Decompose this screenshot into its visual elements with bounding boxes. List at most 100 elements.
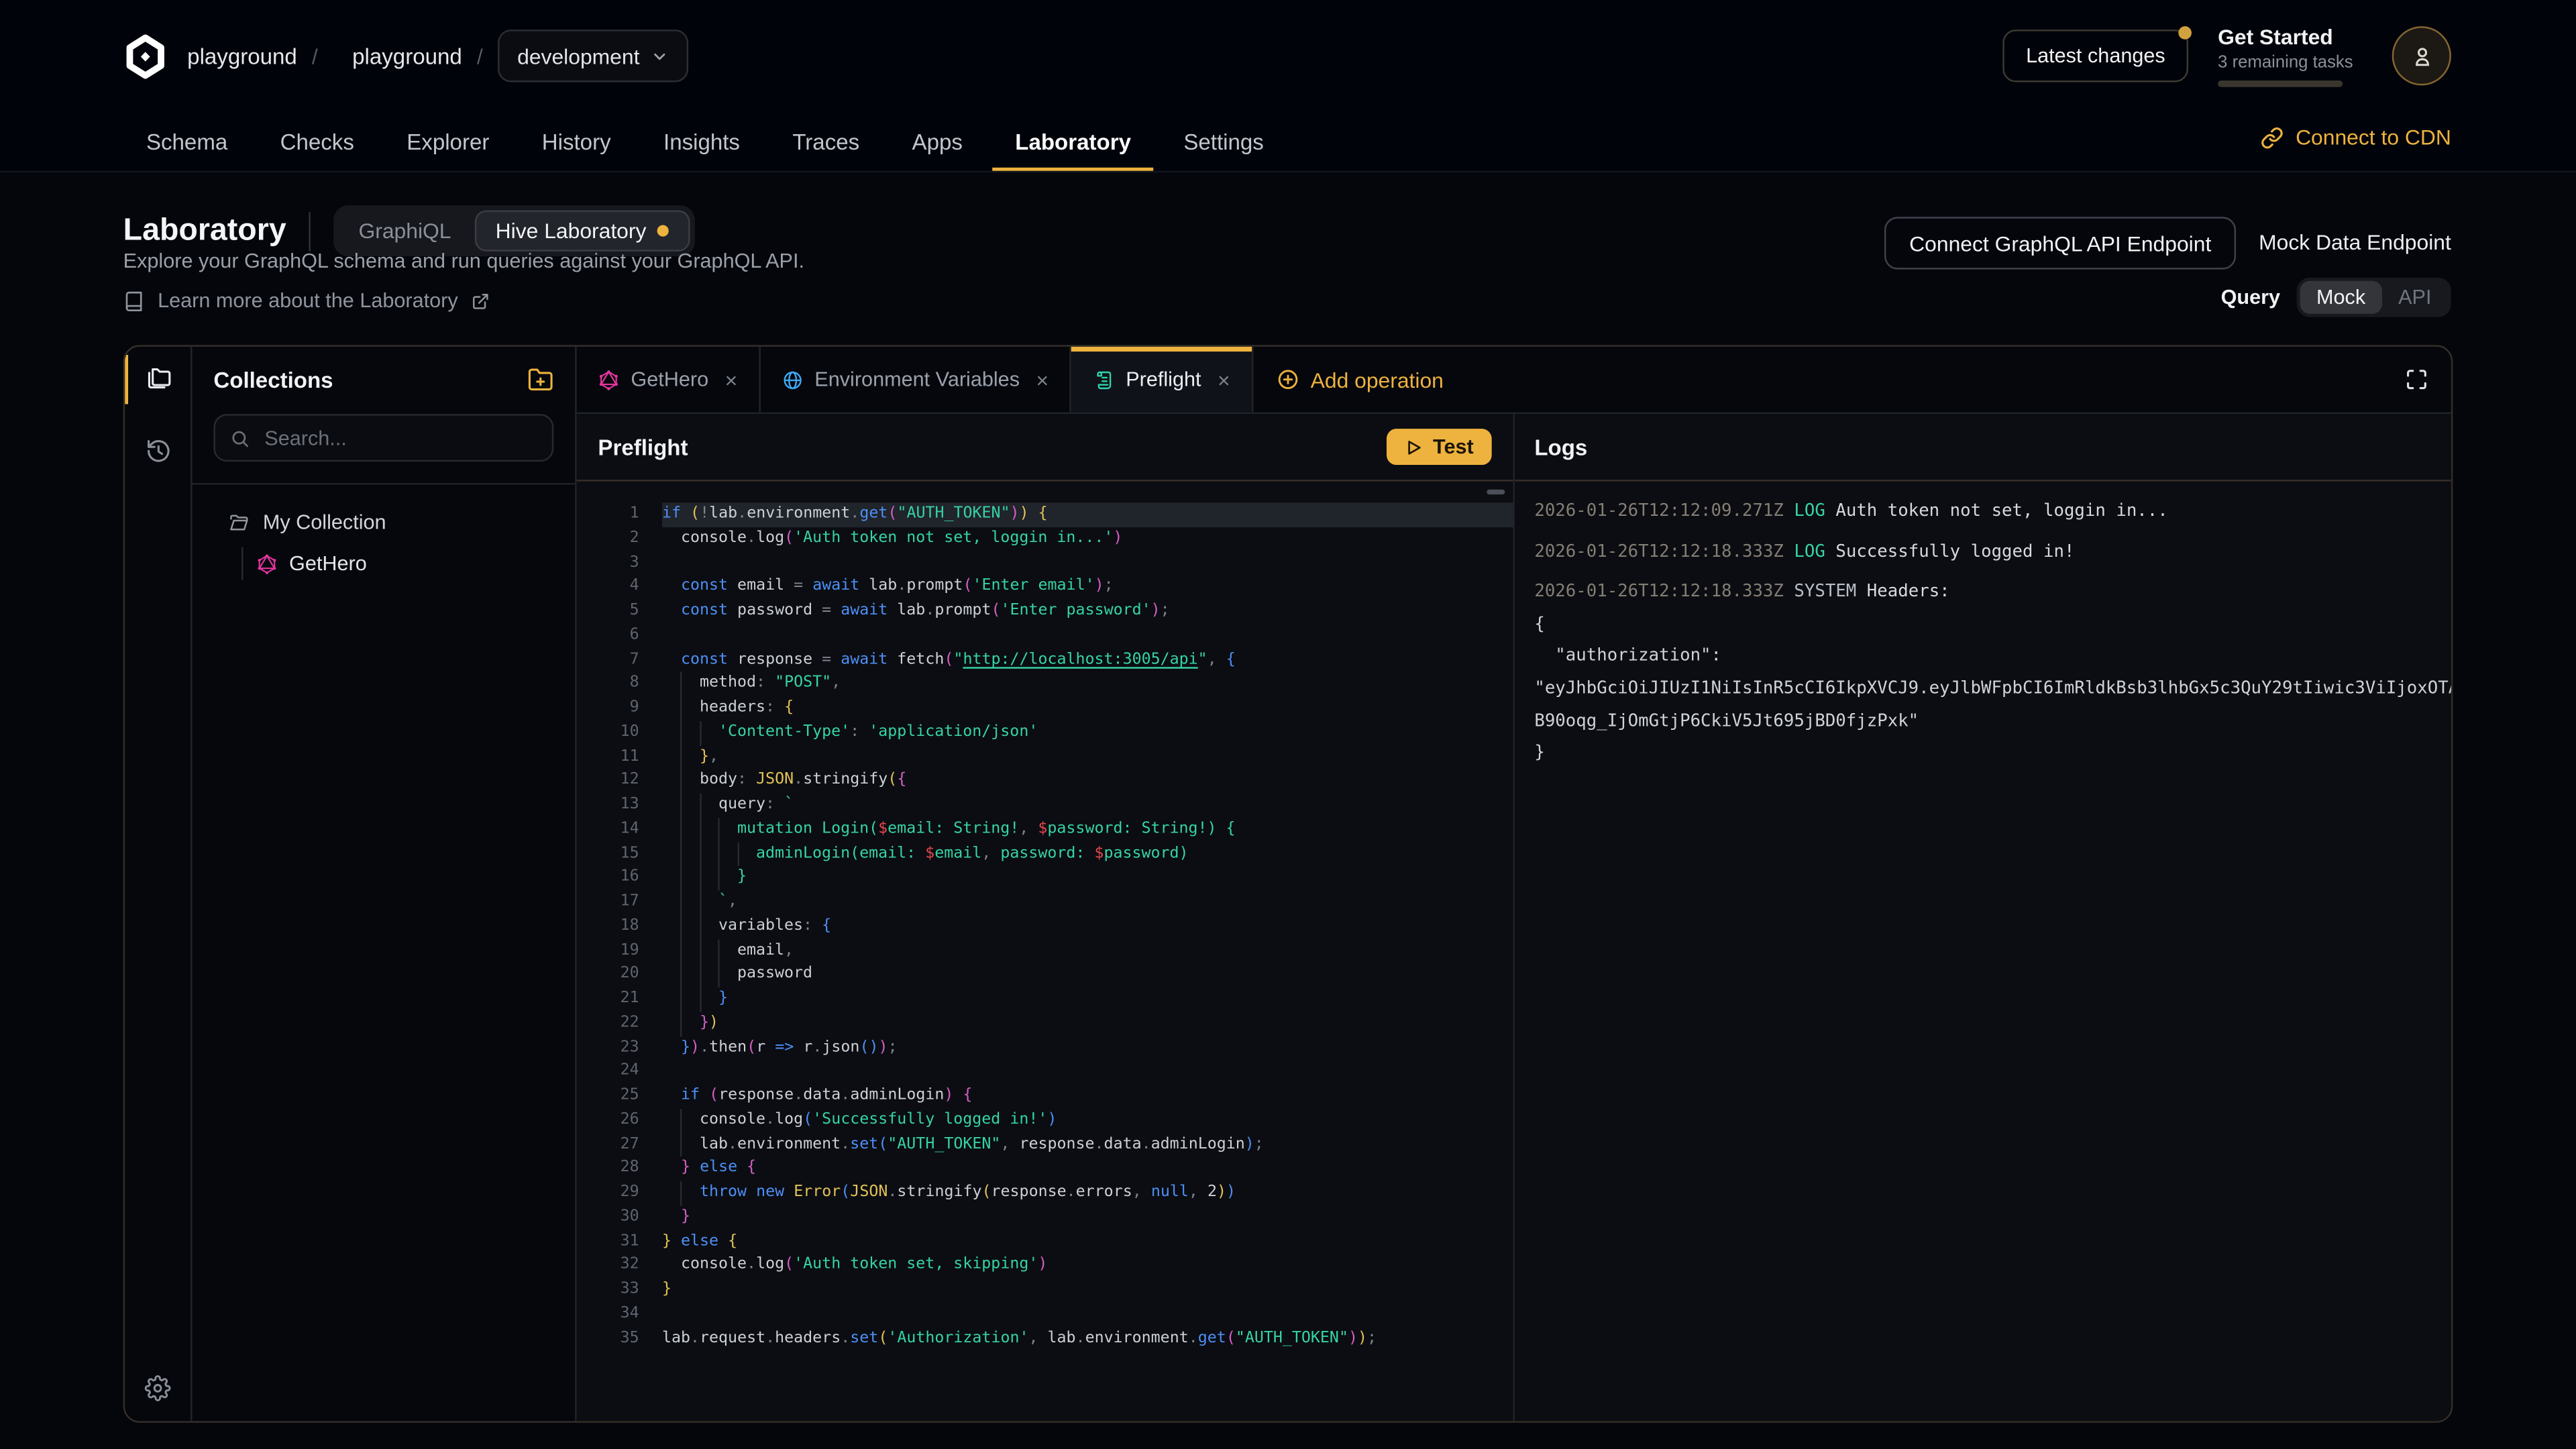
code-line[interactable]: 1if (!lab.environment.get("AUTH_TOKEN"))… — [577, 502, 1513, 527]
search-input[interactable] — [261, 425, 537, 451]
indent-guide — [718, 939, 720, 987]
nav-item-traces[interactable]: Traces — [769, 115, 882, 170]
nav-item-explorer[interactable]: Explorer — [384, 115, 513, 170]
history-rail-button[interactable] — [144, 437, 172, 465]
nav-item-settings[interactable]: Settings — [1161, 115, 1287, 170]
nav-item-insights[interactable]: Insights — [641, 115, 763, 170]
settings-rail-button[interactable] — [125, 1375, 191, 1401]
toggle-hive-laboratory[interactable]: Hive Laboratory — [474, 210, 691, 251]
code-line[interactable]: 12 body: JSON.stringify({ — [577, 769, 1513, 794]
code-line[interactable]: 6 — [577, 624, 1513, 648]
line-number: 30 — [577, 1205, 662, 1230]
line-number: 29 — [577, 1181, 662, 1205]
code-line[interactable]: 16 } — [577, 866, 1513, 890]
learn-more-link[interactable]: Learn more about the Laboratory — [123, 289, 490, 312]
fullscreen-button[interactable] — [2382, 347, 2451, 413]
folder-plus-icon — [527, 366, 553, 392]
log-raw-line: } — [1534, 738, 2451, 770]
code-line[interactable]: 33} — [577, 1278, 1513, 1302]
code-line[interactable]: 18 variables: { — [577, 914, 1513, 938]
connect-endpoint-button[interactable]: Connect GraphQL API Endpoint — [1884, 217, 2236, 269]
graphql-icon — [256, 553, 278, 574]
code-line[interactable]: 4 const email = await lab.prompt('Enter … — [577, 576, 1513, 600]
indent-guide — [700, 720, 701, 745]
connect-cdn-link[interactable]: Connect to CDN — [2261, 125, 2451, 150]
query-mode-api[interactable]: API — [2382, 281, 2448, 314]
line-number: 3 — [577, 551, 662, 576]
nav-item-checks[interactable]: Checks — [257, 115, 377, 170]
collections-rail-button[interactable] — [144, 365, 172, 393]
tab-environment-variables[interactable]: Environment Variables× — [760, 347, 1071, 413]
tab-preflight[interactable]: Preflight× — [1071, 347, 1252, 413]
code-line[interactable]: 13 query: ` — [577, 794, 1513, 818]
code-line[interactable]: 23 }).then(r => r.json()); — [577, 1036, 1513, 1060]
globe-icon — [782, 369, 803, 390]
code-line[interactable]: 25 if (response.data.adminLogin) { — [577, 1084, 1513, 1108]
test-button[interactable]: Test — [1387, 429, 1491, 465]
code-editor[interactable]: 1if (!lab.environment.get("AUTH_TOKEN"))… — [577, 482, 1513, 1421]
get-started-title: Get Started — [2218, 25, 2363, 50]
code-line[interactable]: 20 password — [577, 963, 1513, 987]
tab-gethero[interactable]: GetHero× — [577, 347, 761, 413]
page-description: Explore your GraphQL schema and run quer… — [123, 250, 804, 272]
user-avatar[interactable] — [2392, 26, 2451, 85]
code-line[interactable]: 8 method: "POST", — [577, 672, 1513, 696]
collection-operation-gethero[interactable]: GetHero — [209, 547, 559, 580]
breadcrumb-project[interactable]: playground — [352, 44, 462, 68]
code-line[interactable]: 28 } else { — [577, 1157, 1513, 1181]
new-feature-dot — [658, 225, 669, 237]
code-line[interactable]: 27 lab.environment.set("AUTH_TOKEN", res… — [577, 1133, 1513, 1157]
code-line[interactable]: 34 — [577, 1302, 1513, 1326]
collection-folder[interactable]: My Collection — [209, 506, 559, 539]
nav-item-apps[interactable]: Apps — [889, 115, 985, 170]
query-mode-mock[interactable]: Mock — [2300, 281, 2381, 314]
line-number: 26 — [577, 1108, 662, 1132]
mock-endpoint-button[interactable]: Mock Data Endpoint — [2259, 230, 2451, 255]
search-icon — [230, 428, 250, 447]
nav-item-history[interactable]: History — [519, 115, 633, 170]
side-rail — [125, 347, 192, 1421]
code-line[interactable]: 21 } — [577, 987, 1513, 1012]
editor-scrollbar-thumb[interactable] — [1487, 490, 1505, 494]
code-line[interactable]: 14 mutation Login($email: String!, $pass… — [577, 818, 1513, 842]
target-selector-dropdown[interactable]: development — [498, 30, 689, 82]
new-collection-button[interactable] — [527, 366, 553, 392]
code-line[interactable]: 35lab.request.headers.set('Authorization… — [577, 1327, 1513, 1351]
code-line[interactable]: 30 } — [577, 1205, 1513, 1230]
breadcrumb-separator: / — [312, 44, 318, 68]
code-line[interactable]: 2 console.log('Auth token not set, loggi… — [577, 527, 1513, 551]
get-started-progressbar — [2218, 80, 2343, 87]
graphql-icon — [598, 369, 619, 390]
nav-item-schema[interactable]: Schema — [123, 115, 251, 170]
line-number: 33 — [577, 1278, 662, 1302]
nav-item-laboratory[interactable]: Laboratory — [992, 115, 1154, 170]
line-number: 5 — [577, 600, 662, 624]
hive-logo-icon[interactable] — [123, 34, 168, 78]
code-line[interactable]: 15 adminLogin(email: $email, password: $… — [577, 842, 1513, 866]
code-line[interactable]: 24 — [577, 1060, 1513, 1084]
code-line[interactable]: 17 `, — [577, 890, 1513, 914]
latest-changes-button[interactable]: Latest changes — [2003, 30, 2188, 82]
code-line[interactable]: 5 const password = await lab.prompt('Ent… — [577, 600, 1513, 624]
code-line[interactable]: 19 email, — [577, 939, 1513, 963]
add-operation-button[interactable]: Add operation — [1253, 347, 1466, 413]
close-icon[interactable]: × — [1218, 367, 1230, 392]
code-line[interactable]: 9 headers: { — [577, 696, 1513, 720]
code-line[interactable]: 31} else { — [577, 1230, 1513, 1254]
code-line[interactable]: 7 const response = await fetch("http://l… — [577, 648, 1513, 672]
breadcrumb-org[interactable]: playground — [187, 44, 297, 68]
code-line[interactable]: 29 throw new Error(JSON.stringify(respon… — [577, 1181, 1513, 1205]
code-line[interactable]: 26 console.log('Successfully logged in!'… — [577, 1108, 1513, 1132]
logs-title: Logs — [1534, 435, 1587, 460]
code-line[interactable]: 22 }) — [577, 1012, 1513, 1036]
code-line[interactable]: 32 console.log('Auth token set, skipping… — [577, 1254, 1513, 1278]
code-line[interactable]: 3 — [577, 551, 1513, 576]
indent-guide — [700, 794, 701, 1012]
code-line[interactable]: 10 'Content-Type': 'application/json' — [577, 720, 1513, 745]
toggle-graphiql[interactable]: GraphiQL — [339, 212, 471, 250]
collections-search — [213, 414, 553, 462]
close-icon[interactable]: × — [1036, 367, 1049, 392]
get-started-widget[interactable]: Get Started 3 remaining tasks — [2218, 25, 2363, 87]
close-icon[interactable]: × — [725, 367, 738, 392]
code-line[interactable]: 11 }, — [577, 745, 1513, 769]
